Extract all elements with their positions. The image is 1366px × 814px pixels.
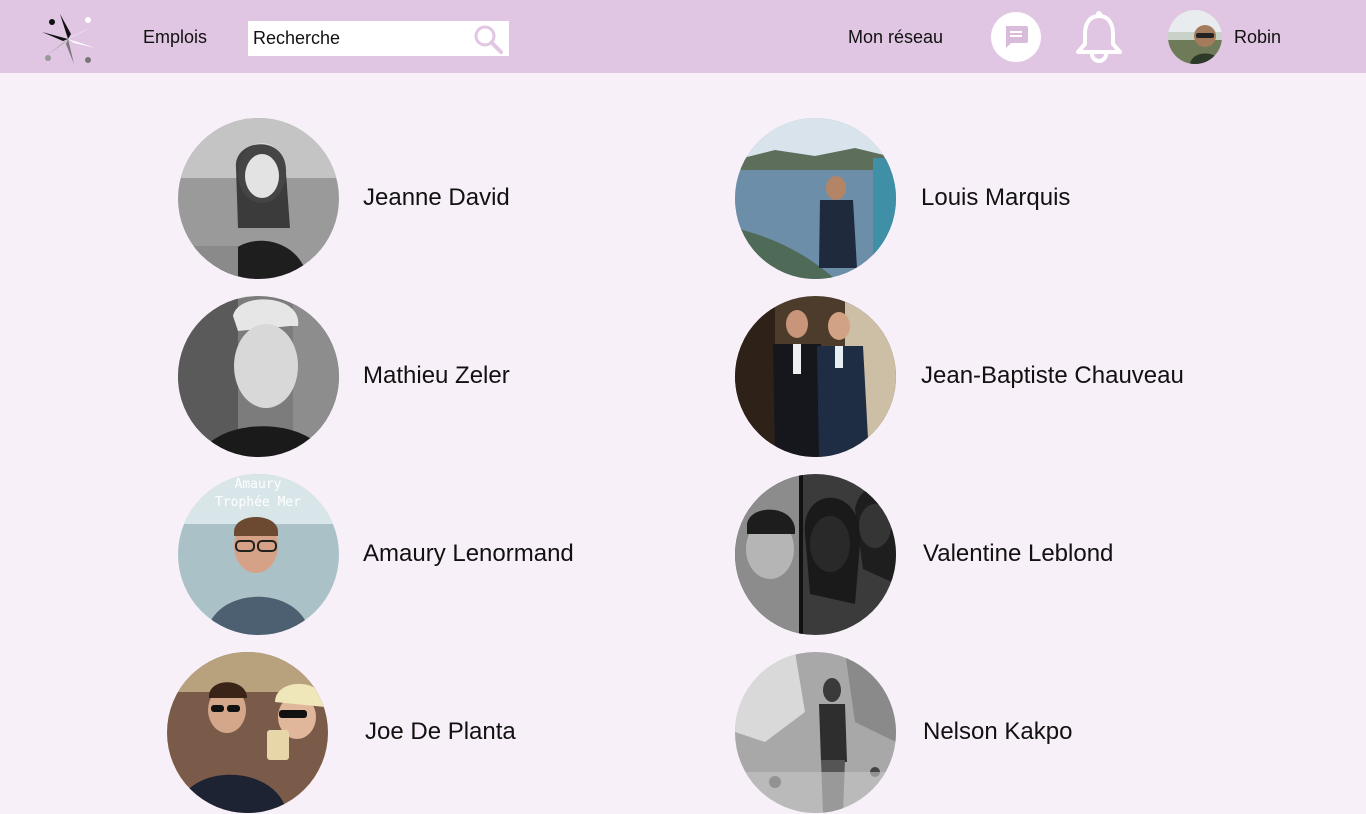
person-card-mathieu-zeler[interactable]: Mathieu Zeler xyxy=(178,296,558,458)
search-icon[interactable] xyxy=(472,23,504,55)
person-card-joe-de-planta[interactable]: Joe De Planta xyxy=(167,652,547,814)
person-avatar xyxy=(735,296,896,457)
search-input[interactable] xyxy=(248,21,468,56)
nav-my-network-link[interactable]: Mon réseau xyxy=(848,27,943,48)
person-name: Joe De Planta xyxy=(365,718,516,745)
search-box xyxy=(248,21,509,56)
person-card-jeanne-david[interactable]: Jeanne David xyxy=(178,118,558,280)
user-profile-button[interactable]: Robin xyxy=(1168,10,1308,64)
person-avatar xyxy=(735,474,896,635)
person-card-louis-marquis[interactable]: Louis Marquis xyxy=(735,118,1115,280)
person-avatar xyxy=(178,118,339,279)
photo-caption-line1: Amaury xyxy=(235,477,282,492)
person-name: Valentine Leblond xyxy=(923,540,1114,567)
bell-icon xyxy=(1076,11,1122,63)
user-avatar xyxy=(1168,10,1222,64)
top-navigation-bar: Emplois Mon réseau xyxy=(0,0,1366,73)
person-card-jean-baptiste-chauveau[interactable]: Jean-Baptiste Chauveau xyxy=(735,296,1215,458)
person-name: Amaury Lenormand xyxy=(363,540,574,567)
person-name: Nelson Kakpo xyxy=(923,718,1073,745)
nav-jobs-link[interactable]: Emplois xyxy=(143,27,207,48)
notifications-button[interactable] xyxy=(1075,10,1123,64)
person-card-nelson-kakpo[interactable]: Nelson Kakpo xyxy=(735,652,1115,814)
person-avatar xyxy=(735,118,896,279)
person-name: Jeanne David xyxy=(363,184,510,211)
person-name: Mathieu Zeler xyxy=(363,362,510,389)
logo-icon[interactable] xyxy=(38,10,98,68)
photo-caption-line2: Trophée Mer xyxy=(215,495,301,510)
person-card-valentine-leblond[interactable]: Valentine Leblond xyxy=(735,474,1155,636)
person-avatar xyxy=(167,652,328,813)
user-name-label: Robin xyxy=(1234,27,1282,47)
person-name: Jean-Baptiste Chauveau xyxy=(921,362,1184,389)
person-avatar xyxy=(735,652,896,813)
person-avatar xyxy=(178,296,339,457)
messages-button[interactable] xyxy=(991,12,1041,62)
person-name: Louis Marquis xyxy=(921,184,1071,211)
person-card-amaury-lenormand[interactable]: Amaury Trophée Mer Amaury Lenormand xyxy=(178,474,598,636)
person-avatar: Amaury Trophée Mer xyxy=(178,474,339,635)
chat-bubble-icon xyxy=(1005,26,1028,48)
